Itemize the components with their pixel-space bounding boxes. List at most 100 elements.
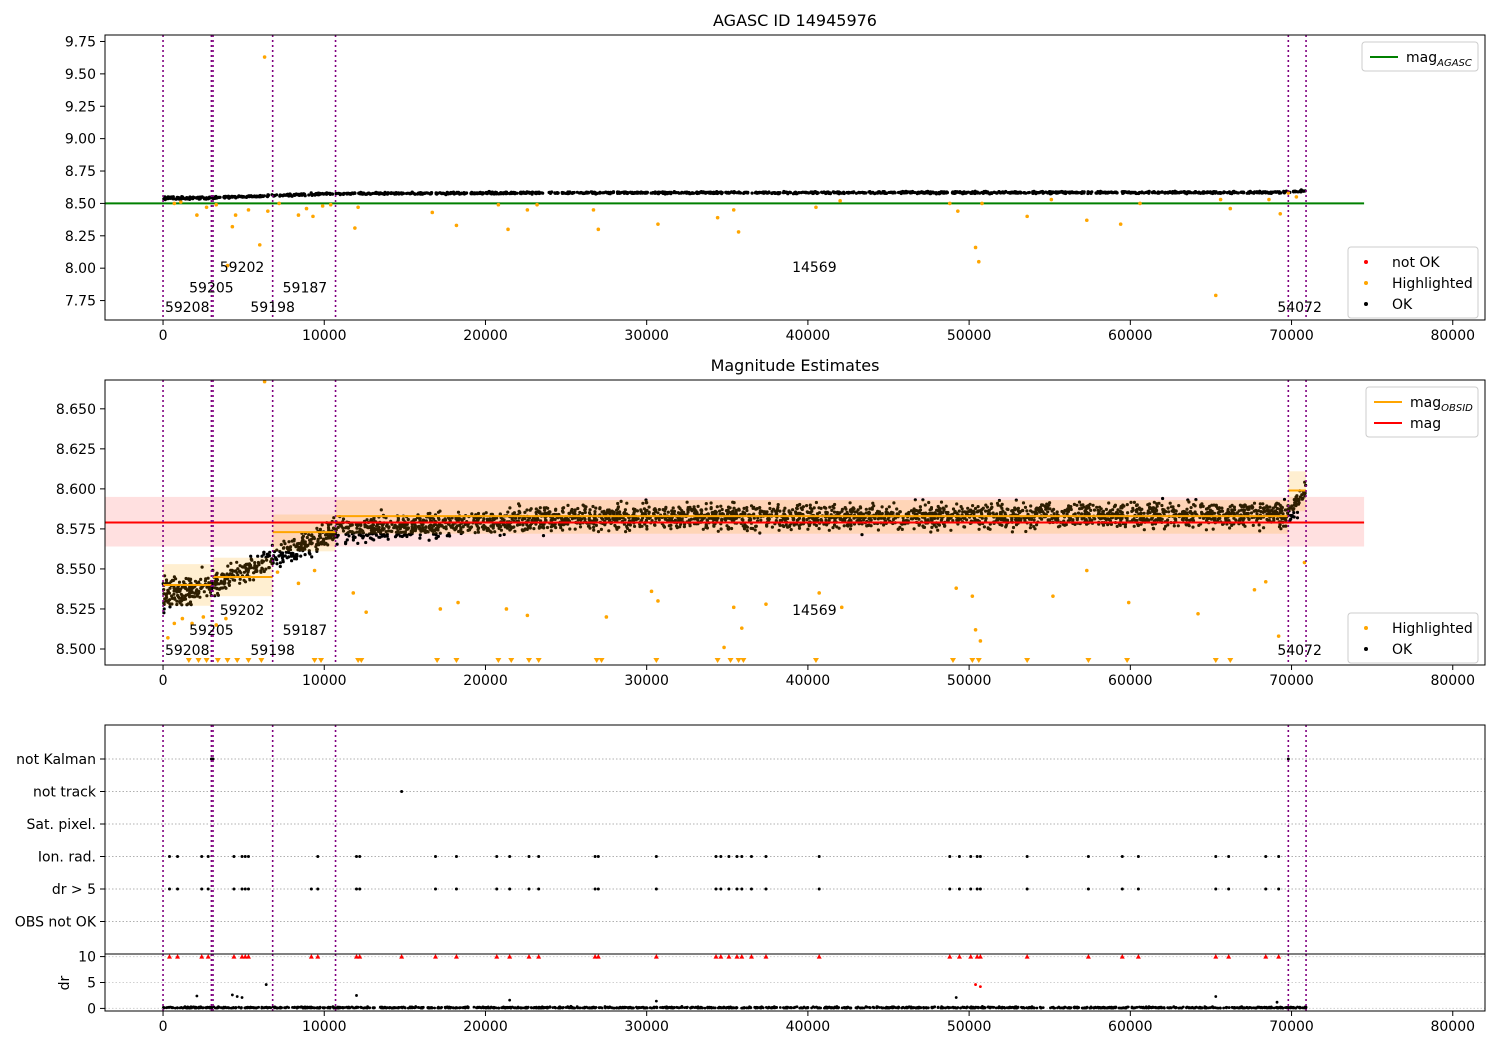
- ok-point: [334, 191, 338, 196]
- ok-point: [1075, 190, 1079, 194]
- ok-point: [512, 191, 517, 195]
- highlighted-point: [1049, 197, 1054, 202]
- ok-point: [398, 534, 402, 538]
- ok-point: [237, 194, 241, 198]
- ok-point: [1071, 190, 1075, 195]
- ok-point: [194, 196, 198, 200]
- ok-point: [1063, 190, 1067, 194]
- low-out-of-range-marker: [214, 658, 221, 663]
- ok-point: [892, 190, 896, 194]
- highlighted-point: [201, 615, 206, 619]
- ok-point: [656, 192, 661, 196]
- ok-point: [266, 193, 270, 197]
- ok-point: [896, 190, 901, 195]
- ok-point: [1188, 190, 1192, 194]
- ok-point: [378, 535, 382, 539]
- ok-point: [696, 191, 700, 195]
- ok-point: [616, 191, 620, 195]
- ok-point: [715, 191, 719, 196]
- ok-point: [571, 191, 575, 195]
- ok-point: [249, 554, 253, 558]
- ok-point: [1240, 190, 1244, 194]
- ok-point: [778, 191, 782, 195]
- ok-point: [549, 190, 553, 195]
- ok-point: [1228, 191, 1232, 195]
- ok-point: [165, 197, 169, 201]
- obsid-label: 59208: [165, 300, 210, 316]
- highlighted-point: [1213, 293, 1218, 298]
- ok-point: [206, 197, 210, 201]
- low-out-of-range-marker: [311, 658, 318, 663]
- highlighted-point: [954, 586, 959, 590]
- ok-point: [168, 196, 172, 200]
- ok-point: [1197, 191, 1201, 195]
- ok-point: [325, 192, 329, 196]
- ok-point: [328, 192, 332, 196]
- highlighted-point: [172, 201, 177, 206]
- ok-point: [1151, 191, 1155, 195]
- highlighted-point: [596, 227, 601, 232]
- ok-point: [484, 191, 488, 195]
- ok-point: [915, 191, 919, 195]
- ok-point: [672, 191, 676, 195]
- ok-point: [278, 193, 282, 197]
- ok-point: [426, 191, 430, 195]
- ok-point: [1004, 189, 1008, 194]
- ok-point: [446, 533, 450, 538]
- ok-point: [222, 195, 226, 199]
- low-out-of-range-marker: [234, 658, 241, 663]
- ok-point: [712, 190, 717, 195]
- ok-point: [418, 533, 422, 537]
- y-tick-label: 8.75: [65, 164, 96, 180]
- ok-point: [789, 191, 793, 195]
- highlighted-point: [739, 626, 744, 630]
- ok-point: [992, 190, 996, 194]
- low-out-of-range-marker: [508, 658, 515, 663]
- obsid-label: 59205: [189, 281, 234, 297]
- highlighted-point: [456, 600, 460, 605]
- chart-title-mag-estimates: Magnitude Estimates: [711, 356, 880, 375]
- low-out-of-range-marker: [318, 658, 325, 663]
- legend-label: OK: [1392, 297, 1413, 313]
- highlighted-point: [353, 226, 357, 230]
- ok-point: [1235, 191, 1239, 195]
- ok-point: [280, 556, 284, 560]
- ok-point: [1100, 191, 1104, 195]
- ok-point: [436, 534, 440, 539]
- ok-point: [402, 533, 406, 537]
- highlighted-point: [722, 645, 726, 650]
- ok-point: [1017, 191, 1021, 195]
- x-tick-label: 60000: [1108, 328, 1153, 344]
- ok-point: [290, 559, 294, 563]
- ok-point: [301, 192, 305, 196]
- highlighted-point: [604, 615, 609, 619]
- ok-point: [969, 190, 973, 195]
- plot-area: [105, 35, 1365, 320]
- highlighted-point: [312, 568, 317, 573]
- ok-point: [820, 190, 824, 194]
- highlighted-point: [246, 208, 251, 212]
- ok-point: [498, 533, 502, 538]
- ok-point: [709, 191, 713, 195]
- highlighted-point: [1084, 218, 1089, 223]
- ok-point: [735, 191, 739, 195]
- ok-point: [499, 191, 503, 195]
- ok-point: [1087, 190, 1091, 194]
- low-out-of-range-marker: [495, 658, 502, 663]
- highlighted-point: [320, 204, 325, 208]
- ok-point: [746, 191, 750, 195]
- low-out-of-range-marker: [434, 658, 441, 663]
- highlighted-point: [731, 208, 736, 212]
- highlighted-point: [296, 213, 301, 217]
- ok-point: [564, 191, 568, 195]
- ok-point: [827, 191, 831, 195]
- ok-point: [834, 191, 838, 195]
- highlighted-point: [525, 613, 530, 618]
- ok-point: [643, 191, 647, 195]
- ok-point: [1292, 510, 1296, 515]
- ok-point: [290, 194, 294, 198]
- ok-point: [188, 195, 192, 199]
- ok-point: [531, 190, 535, 194]
- ok-point: [908, 190, 912, 195]
- ok-point: [310, 555, 314, 559]
